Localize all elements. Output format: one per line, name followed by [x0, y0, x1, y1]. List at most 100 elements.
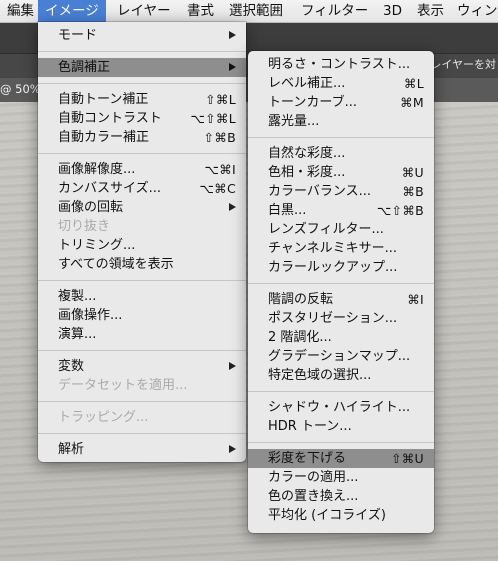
menu-item-analysis[interactable]: 解析: [38, 440, 246, 459]
menu-item-image-rotation[interactable]: 画像の回転: [38, 198, 246, 217]
menu-separator: [248, 137, 434, 138]
menu-item-label: ポスタリゼーション...: [268, 311, 398, 326]
menu-item-adjustments[interactable]: 色調補正: [38, 58, 246, 77]
menu-item-shadows-highlights[interactable]: シャドウ・ハイライト...: [248, 398, 434, 417]
submenu-arrow-icon: [229, 203, 236, 211]
menu-item-replace-color[interactable]: 色の置き換え...: [248, 487, 434, 506]
menu-item-hue-saturation[interactable]: 色相・彩度... ⌘U: [248, 163, 434, 182]
menu-item-label: 演算...: [58, 327, 97, 342]
menu-item-label: 色の置き換え...: [268, 489, 359, 504]
menu-item-color-balance[interactable]: カラーバランス... ⌘B: [248, 182, 434, 201]
submenu-arrow-icon: [229, 63, 236, 71]
menu-separator: [248, 391, 434, 392]
menu-item-hdr-toning[interactable]: HDR トーン...: [248, 417, 434, 436]
menu-item-threshold[interactable]: 2 階調化...: [248, 328, 434, 347]
menu-item-label: 自動トーン補正: [58, 92, 149, 107]
menu-item-image-size[interactable]: 画像解像度... ⌥⌘I: [38, 160, 246, 179]
menu-item-posterize[interactable]: ポスタリゼーション...: [248, 309, 434, 328]
zoom-level: @ 50%: [0, 82, 41, 96]
menu-item-label: カンバスサイズ...: [58, 181, 162, 196]
image-menu: モード 色調補正 自動トーン補正 ⇧⌘L 自動コントラスト ⌥⇧⌘L 自動カラー…: [38, 22, 246, 462]
menu-item-calculations[interactable]: 演算...: [38, 325, 246, 344]
menu-item-selective-color[interactable]: 特定色域の選択...: [248, 366, 434, 385]
shortcut-text: ⌘M: [400, 95, 424, 110]
menu-item-trim[interactable]: トリミング...: [38, 236, 246, 255]
menu-item-label: 露光量...: [268, 114, 320, 129]
menubar-view[interactable]: 表示: [410, 0, 451, 22]
menu-item-variables[interactable]: 変数: [38, 357, 246, 376]
menubar-select[interactable]: 選択範囲: [222, 0, 290, 22]
menu-item-vibrance[interactable]: 自然な彩度...: [248, 144, 434, 163]
menu-item-label: 色調補正: [58, 60, 111, 75]
shortcut-text: ⌘U: [401, 165, 424, 180]
menu-item-crop: 切り抜き: [38, 217, 246, 236]
menu-item-trap: トラッピング...: [38, 408, 246, 427]
shortcut-text: ⌘L: [403, 76, 424, 91]
menu-item-reveal-all[interactable]: すべての領域を表示: [38, 255, 246, 274]
menu-separator: [38, 153, 246, 154]
menu-item-match-color[interactable]: カラーの適用...: [248, 468, 434, 487]
menu-item-photo-filter[interactable]: レンズフィルター...: [248, 220, 434, 239]
menu-item-label: トラッピング...: [58, 410, 149, 425]
menu-item-label: 解析: [58, 442, 85, 457]
menu-item-label: モード: [58, 28, 98, 43]
shortcut-text: ⌥⇧⌘L: [190, 111, 236, 126]
shortcut-text: ⌥⌘C: [199, 181, 236, 196]
menu-item-black-white[interactable]: 白黒... ⌥⇧⌘B: [248, 201, 434, 220]
menu-item-curves[interactable]: トーンカーブ... ⌘M: [248, 93, 434, 112]
menu-item-label: トーンカーブ...: [268, 95, 357, 110]
menu-separator: [38, 433, 246, 434]
menu-item-exposure[interactable]: 露光量...: [248, 112, 434, 131]
menu-item-equalize[interactable]: 平均化 (イコライズ): [248, 506, 434, 525]
menu-item-label: レベル補正...: [268, 76, 346, 91]
menu-item-auto-color[interactable]: 自動カラー補正 ⇧⌘B: [38, 128, 246, 147]
shortcut-text: ⌥⌘I: [204, 162, 236, 177]
menu-separator: [248, 283, 434, 284]
menu-item-label: 明るさ・コントラスト...: [268, 57, 411, 72]
menu-item-label: すべての領域を表示: [58, 257, 174, 272]
menu-separator: [38, 401, 246, 402]
menu-item-label: 切り抜き: [58, 219, 111, 234]
menu-item-brightness-contrast[interactable]: 明るさ・コントラスト...: [248, 55, 434, 74]
menu-item-label: 自然な彩度...: [268, 146, 346, 161]
menu-item-mode[interactable]: モード: [38, 26, 246, 45]
menu-separator: [38, 280, 246, 281]
menu-item-apply-image[interactable]: 画像操作...: [38, 306, 246, 325]
submenu-arrow-icon: [229, 362, 236, 370]
menubar-image[interactable]: イメージ: [38, 0, 106, 22]
menu-item-duplicate[interactable]: 複製...: [38, 287, 246, 306]
menu-item-label: 画像の回転: [58, 200, 124, 215]
menu-item-levels[interactable]: レベル補正... ⌘L: [248, 74, 434, 93]
menu-item-label: HDR トーン...: [268, 419, 352, 434]
menu-item-desaturate[interactable]: 彩度を下げる ⇧⌘U: [248, 449, 434, 468]
menu-item-apply-dataset: データセットを適用...: [38, 376, 246, 395]
shortcut-text: ⇧⌘B: [203, 130, 236, 145]
menu-item-label: 複製...: [58, 289, 97, 304]
menu-item-auto-tone[interactable]: 自動トーン補正 ⇧⌘L: [38, 90, 246, 109]
menu-separator: [38, 350, 246, 351]
menu-item-label: 色相・彩度...: [268, 165, 346, 180]
menu-item-invert[interactable]: 階調の反転 ⌘I: [248, 290, 434, 309]
menubar-edit[interactable]: 編集: [0, 0, 41, 22]
menu-item-auto-contrast[interactable]: 自動コントラスト ⌥⇧⌘L: [38, 109, 246, 128]
menu-item-gradient-map[interactable]: グラデーションマップ...: [248, 347, 434, 366]
menu-item-label: グラデーションマップ...: [268, 349, 411, 364]
shortcut-text: ⌘I: [407, 292, 424, 307]
menu-item-label: レンズフィルター...: [268, 222, 384, 237]
menubar-3d[interactable]: 3D: [376, 0, 409, 22]
menu-item-label: 特定色域の選択...: [268, 368, 372, 383]
menu-item-label: 白黒...: [268, 203, 307, 218]
menu-item-label: 自動コントラスト: [58, 111, 162, 126]
menu-item-label: カラーの適用...: [268, 470, 359, 485]
menubar-window[interactable]: ウィン: [450, 0, 498, 22]
menubar-filter[interactable]: フィルター: [294, 0, 375, 22]
menu-item-label: 画像操作...: [58, 308, 123, 323]
menu-item-color-lookup[interactable]: カラールックアップ...: [248, 258, 434, 277]
menubar-type[interactable]: 書式: [180, 0, 221, 22]
menu-item-label: 2 階調化...: [268, 330, 332, 345]
menu-item-canvas-size[interactable]: カンバスサイズ... ⌥⌘C: [38, 179, 246, 198]
submenu-arrow-icon: [229, 31, 236, 39]
menubar-layer[interactable]: レイヤー: [110, 0, 178, 22]
menu-item-label: 自動カラー補正: [58, 130, 150, 145]
menu-item-channel-mixer[interactable]: チャンネルミキサー...: [248, 239, 434, 258]
